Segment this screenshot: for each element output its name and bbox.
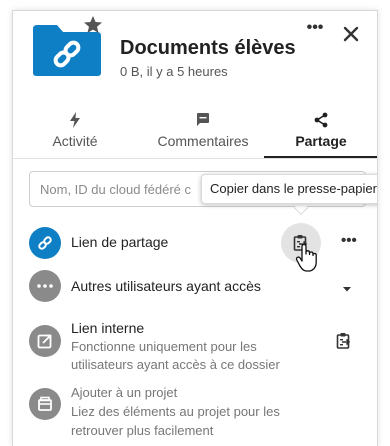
tab-comments[interactable]: Commentaires — [148, 112, 258, 156]
share-link-avatar — [29, 227, 61, 259]
internal-link-description-2: utilisateurs ayant accès à ce dossier — [71, 357, 280, 372]
link-icon — [38, 236, 52, 250]
share-link-label: Lien de partage — [71, 234, 169, 250]
share-icon — [314, 112, 328, 128]
more-horizontal-icon — [37, 284, 53, 288]
comment-icon — [197, 113, 209, 126]
project-description-1: Liez des éléments au projet pour les — [71, 404, 280, 419]
chevron-down-icon[interactable] — [342, 285, 352, 293]
page-title: Documents élèves — [120, 37, 296, 59]
project-description-2: retrouver plus facilement — [71, 423, 214, 438]
project-label[interactable]: Ajouter à un projet — [71, 384, 177, 402]
hand-cursor-icon — [295, 243, 317, 272]
project-avatar — [29, 388, 61, 420]
internal-link-avatar — [29, 325, 61, 357]
tab-activity[interactable]: Activité — [33, 112, 117, 156]
other-users-label[interactable]: Autres utilisateurs ayant accès — [71, 278, 261, 294]
project-icon — [38, 396, 52, 411]
tab-comments-label: Commentaires — [157, 133, 249, 149]
tab-share[interactable]: Partage — [264, 112, 377, 158]
other-users-avatar — [29, 270, 61, 302]
external-link-icon — [37, 334, 52, 349]
header-more-button[interactable]: ••• — [303, 20, 327, 41]
tabs-divider — [13, 158, 377, 159]
star-icon[interactable] — [83, 15, 103, 35]
tab-activity-label: Activité — [52, 133, 98, 149]
tab-share-label: Partage — [295, 133, 347, 149]
internal-link-label: Lien interne — [71, 320, 145, 336]
lightning-icon — [70, 112, 80, 128]
close-icon[interactable] — [340, 23, 362, 45]
file-info: 0 B, il y a 5 heures — [120, 64, 228, 79]
copy-tooltip: Copier dans le presse-papier — [201, 174, 377, 204]
clipboard-icon[interactable] — [336, 332, 352, 350]
sidebar-panel: Documents élèves 0 B, il y a 5 heures ••… — [12, 10, 378, 446]
internal-link-description-1: Fonctionne uniquement pour les — [71, 339, 257, 354]
share-link-more-button[interactable]: ••• — [341, 232, 357, 249]
